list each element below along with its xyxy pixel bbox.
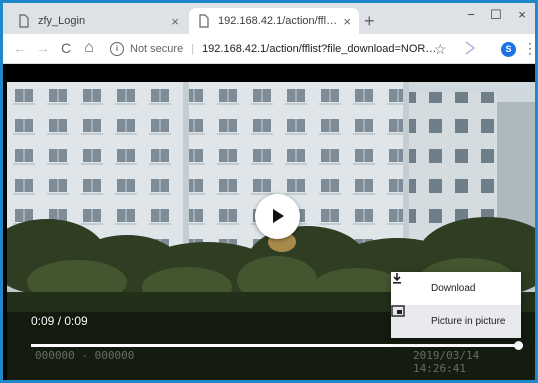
- extension-icon[interactable]: [464, 41, 476, 55]
- play-icon: [273, 209, 284, 223]
- back-button[interactable]: ←: [11, 40, 29, 56]
- tab-close-button[interactable]: ×: [343, 14, 351, 29]
- osd-timestamp: 2019/03/14 14:26:41: [413, 349, 480, 375]
- browser-window: zfy_Login × 192.168.42.1/action/fflist?f…: [3, 3, 535, 380]
- tab-login[interactable]: zfy_Login ×: [9, 8, 187, 34]
- tab-active[interactable]: 192.168.42.1/action/fflist?file_do ×: [189, 8, 359, 34]
- seek-bar[interactable]: [31, 341, 524, 350]
- context-menu: Download Picture in picture: [391, 272, 521, 338]
- page-icon: [19, 14, 29, 28]
- tab-title: zfy_Login: [38, 15, 86, 27]
- menu-item-picture-in-picture[interactable]: Picture in picture: [391, 305, 521, 338]
- menu-item-download[interactable]: Download: [391, 272, 521, 305]
- new-tab-button[interactable]: +: [364, 12, 375, 30]
- menu-icon[interactable]: ⋮: [523, 40, 535, 57]
- forward-button[interactable]: →: [34, 40, 52, 56]
- star-icon[interactable]: ☆: [434, 41, 447, 58]
- info-icon[interactable]: i: [110, 42, 124, 56]
- tab-close-button[interactable]: ×: [171, 14, 179, 29]
- menu-item-label: Download: [431, 283, 476, 294]
- osd-counter: 000000 - 000000: [35, 349, 135, 362]
- avatar[interactable]: S: [501, 42, 516, 57]
- menu-item-label: Picture in picture: [431, 316, 506, 327]
- tab-title: 192.168.42.1/action/fflist?file_do: [218, 15, 339, 27]
- address-bar[interactable]: i Not secure | 192.168.42.1/action/fflis…: [110, 39, 450, 59]
- home-button[interactable]: ⌂: [80, 40, 98, 56]
- omnibox-divider: |: [191, 43, 195, 55]
- security-label: Not secure: [130, 43, 184, 55]
- reload-button[interactable]: C: [57, 40, 75, 56]
- time-display: 0:09 / 0:09: [31, 314, 88, 328]
- tab-strip: zfy_Login × 192.168.42.1/action/fflist?f…: [3, 3, 535, 34]
- seek-progress: [31, 344, 519, 347]
- minimize-button[interactable]: −: [458, 7, 484, 22]
- page-icon: [199, 14, 209, 28]
- toolbar: ← → C ⌂ i Not secure | 192.168.42.1/acti…: [3, 34, 535, 64]
- maximize-button[interactable]: ☐: [483, 7, 509, 23]
- video-player[interactable]: 0:09 / 0:09 000000 - 000000 2019/03/14 1…: [7, 82, 535, 380]
- play-button[interactable]: [255, 194, 300, 239]
- url-text[interactable]: 192.168.42.1/action/fflist?file_download…: [202, 43, 442, 55]
- window-close-button[interactable]: ×: [509, 7, 535, 22]
